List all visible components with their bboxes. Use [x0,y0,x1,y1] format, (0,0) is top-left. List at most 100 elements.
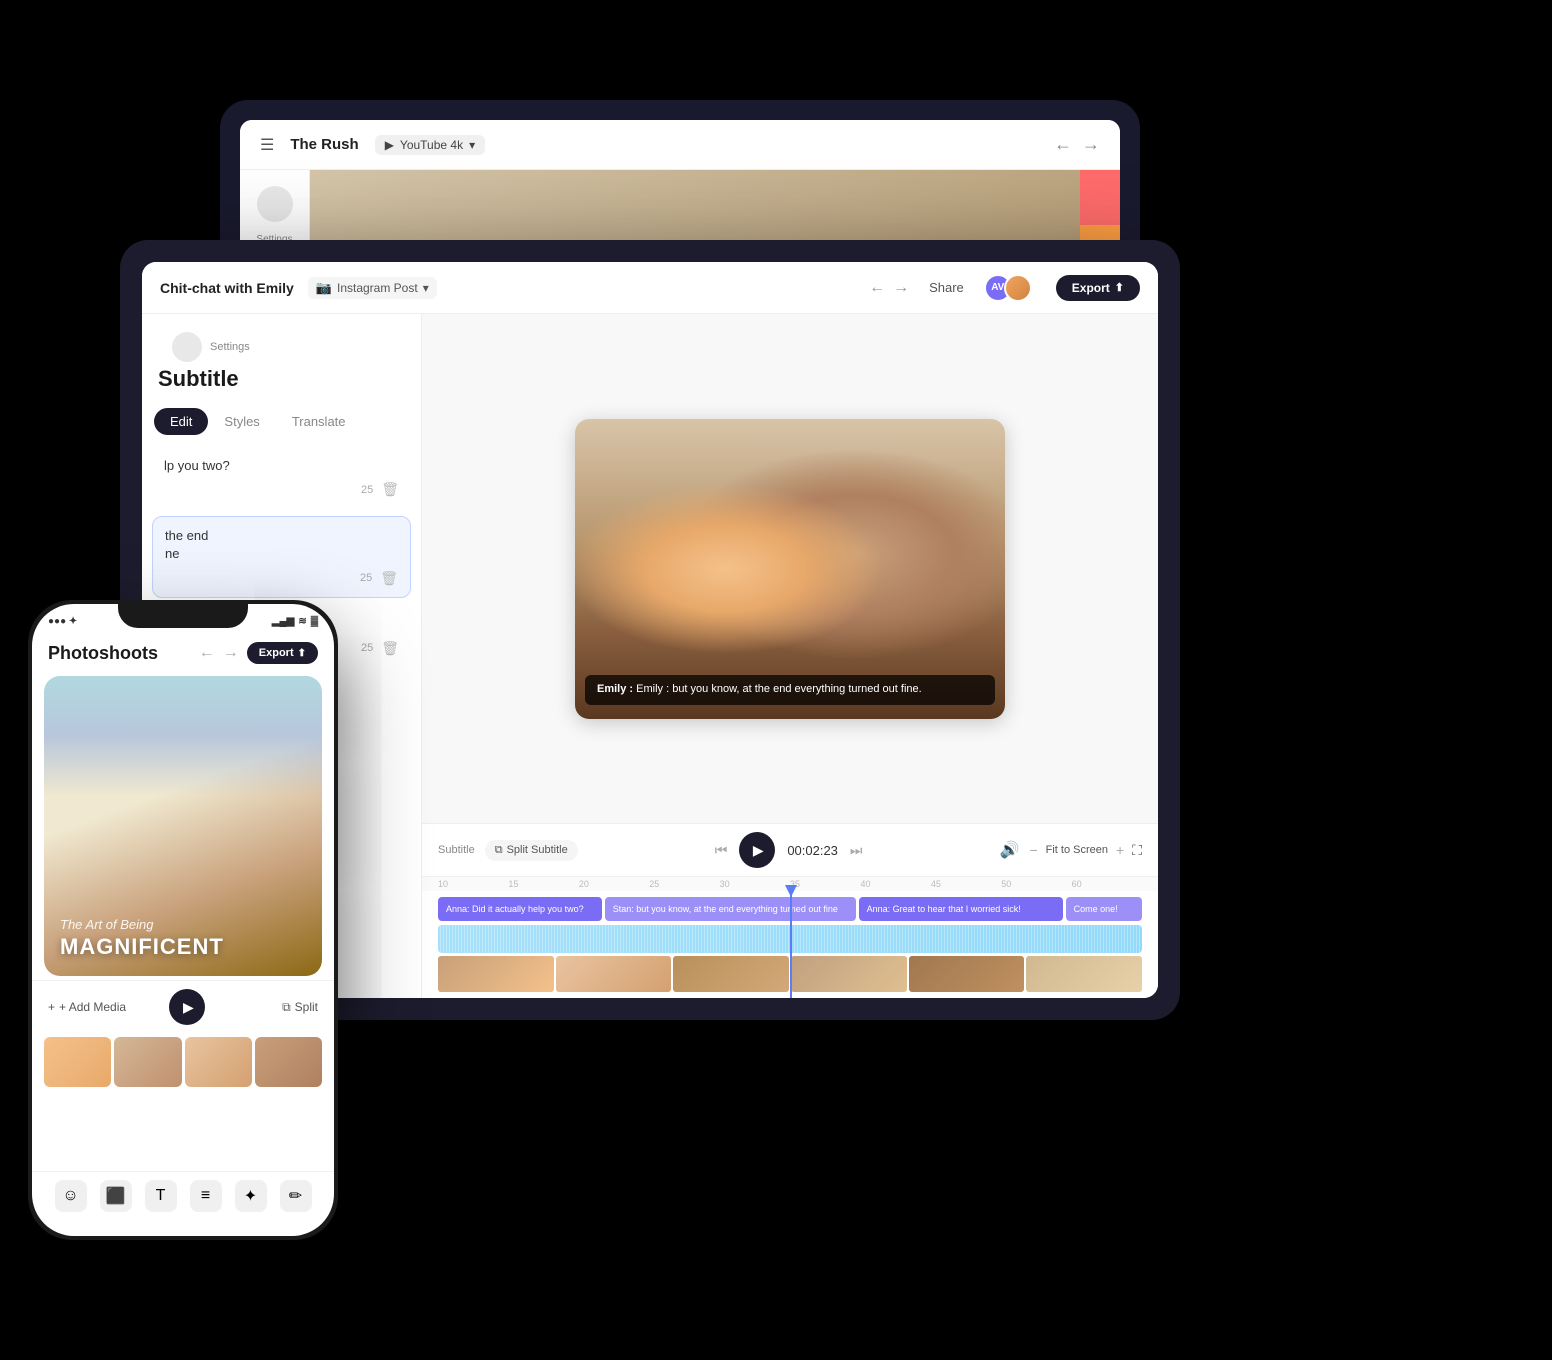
fullscreen-button[interactable]: ⛶ [1132,842,1142,859]
timeline-controls: Subtitle ⧉ Split Subtitle ⏮ ▶ 00:02:23 [422,824,1158,877]
clip-4[interactable]: Come one! [1066,897,1142,921]
prev-button[interactable]: ⏮ [715,842,728,859]
subtitle-text: Emily : but you know, at the end everyth… [636,683,922,695]
battery-icon: ▓ [311,616,318,627]
timeline-ruler: 10 15 20 25 30 35 40 45 50 60 [422,877,1158,891]
phone-media-controls: + + Add Media ▶ ⧉ Split [32,980,334,1033]
playback-controls: ⏮ ▶ 00:02:23 ⏭ [715,832,863,868]
nav-icon-media[interactable]: ⬛ [100,1180,132,1212]
phone: ●●● ✦ ▂▄▆ ≋ ▓ Photoshoots ← → Export ⬆ [28,600,338,1240]
subtitle-clips-row: Anna: Did it actually help you two? Stan… [438,897,1142,921]
header-fwd-icon[interactable]: → [893,279,909,297]
header-title: Chit-chat with Emily [160,280,294,296]
share-label[interactable]: Share [929,280,964,295]
volume-icon[interactable]: 🔊 [1000,840,1020,860]
avatar-photo [1004,274,1032,302]
export-button[interactable]: Export ⬆ [1056,275,1140,301]
phone-bottom-nav: ☺ ⬛ T ≡ ✦ ✏ [32,1171,334,1236]
ruler-mark-20: 20 [579,879,649,889]
edit-tabs: Edit Styles Translate [142,400,421,443]
tab-edit[interactable]: Edit [154,408,208,435]
phone-export-icon: ⬆ [298,648,306,659]
scene: ☰ The Rush ▶ YouTube 4k ▾ ← → Settings [0,0,1552,1360]
timeline-subtitle-label: Subtitle [438,844,475,856]
ruler-mark-35: 35 [790,879,860,889]
nav-icon-text[interactable]: T [145,1180,177,1212]
nav-icon-emoji[interactable]: ☺ [55,1180,87,1212]
ruler-mark-30: 30 [720,879,790,889]
next-button[interactable]: ⏭ [850,842,863,859]
tab-styles[interactable]: Styles [208,408,275,435]
nav-icon-list[interactable]: ≡ [190,1180,222,1212]
ruler-mark-15: 15 [508,879,578,889]
avatar-group: AV [984,274,1032,302]
add-media-button[interactable]: + + Add Media [48,1000,126,1014]
thumbnail-2 [556,956,672,992]
phone-play-icon: ▶ [183,999,194,1016]
ruler-mark-10: 10 [438,879,508,889]
format-label: YouTube 4k [400,138,463,152]
phone-split-button[interactable]: ⧉ Split [282,1000,318,1015]
header-back-icon[interactable]: ← [869,279,885,297]
ruler-mark-60: 60 [1072,879,1142,889]
tab-translate[interactable]: Translate [276,408,362,435]
subtitle-entry-2[interactable]: the endne 25 🗑 [152,516,411,597]
phone-thumbnail-3 [185,1037,252,1087]
phone-screen: ●●● ✦ ▂▄▆ ≋ ▓ Photoshoots ← → Export ⬆ [32,604,334,1236]
back-icon[interactable]: ← [1054,134,1072,155]
phone-fwd-icon[interactable]: → [223,644,239,662]
playback-time: 00:02:23 [787,843,838,858]
platform-selector[interactable]: 📷 Instagram Post ▾ [308,277,437,299]
phone-play-button[interactable]: ▶ [169,989,205,1025]
split-label: Split Subtitle [507,844,568,856]
tab-back-format[interactable]: ▶ YouTube 4k ▾ [375,135,485,155]
add-media-label: + Add Media [59,1000,126,1014]
phone-thumbnail-1 [44,1037,111,1087]
settings-row: Settings [158,328,405,366]
clip-1[interactable]: Anna: Did it actually help you two? [438,897,602,921]
fit-to-screen-label[interactable]: Fit to Screen [1046,844,1108,856]
split-icon: ⧉ [495,844,503,857]
clip-2[interactable]: Stan: but you know, at the end everythin… [605,897,856,921]
nav-icon-effects[interactable]: ✦ [235,1180,267,1212]
subtitle-entry-1[interactable]: lp you two? 25 🗑 [152,447,411,508]
split-subtitle-button[interactable]: ⧉ Split Subtitle [485,840,578,861]
instagram-icon: 📷 [316,280,332,296]
color-red [1080,170,1120,225]
hamburger-icon[interactable]: ☰ [260,135,274,155]
settings-circle [257,186,293,222]
zoom-out-button[interactable]: − [1029,842,1037,858]
subtitle-panel-title: Subtitle [158,366,405,392]
play-button[interactable]: ▶ [739,832,775,868]
phone-video-content: The Art of Being MAGNIFICENT [44,676,322,976]
entry-2-delete-icon[interactable]: 🗑 [380,570,398,587]
clip-3[interactable]: Anna: Great to hear that I worried sick! [859,897,1063,921]
ruler-mark-40: 40 [860,879,930,889]
header-nav: ← → [869,279,909,297]
signal-icon: ▂▄▆ [272,616,294,627]
entry-2-num: 25 [360,572,372,584]
entry-1-num: 25 [361,484,373,496]
nav-icon-edit[interactable]: ✏ [280,1180,312,1212]
entry-2-text: the endne [165,527,398,563]
fwd-icon[interactable]: → [1082,134,1100,155]
entry-1-text: lp you two? [164,457,399,475]
zoom-in-button[interactable]: + [1116,842,1124,858]
phone-video-subtitle: The Art of Being [60,917,306,932]
settings-icon-circle [172,332,202,362]
phone-back-icon[interactable]: ← [199,644,215,662]
ruler-mark-25: 25 [649,879,719,889]
phone-thumbnail-2 [114,1037,181,1087]
export-icon: ⬆ [1115,281,1124,294]
entry-3-delete-icon[interactable]: 🗑 [381,640,399,657]
phone-thumbnails [32,1033,334,1091]
phone-export-button[interactable]: Export ⬆ [247,642,318,664]
ruler-mark-45: 45 [931,879,1001,889]
subtitle-panel-header: Settings Subtitle [142,314,421,400]
tab-back-nav: ← → [1054,134,1100,155]
chevron-down-icon: ▾ [469,138,475,152]
video-content [575,419,1005,719]
entry-1-delete-icon[interactable]: 🗑 [381,481,399,498]
timeline-tracks: Anna: Did it actually help you two? Stan… [422,891,1158,998]
tablet-main-header: Chit-chat with Emily 📷 Instagram Post ▾ … [142,262,1158,314]
